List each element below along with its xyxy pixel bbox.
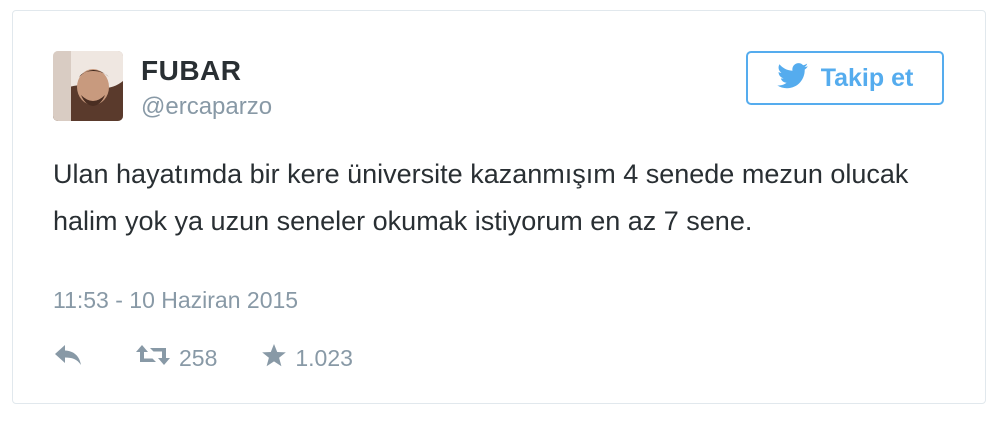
display-name[interactable]: FUBAR: [141, 55, 242, 87]
follow-button-label: Takip et: [820, 63, 914, 92]
reply-button[interactable]: [53, 343, 83, 373]
retweet-icon: [135, 343, 171, 373]
favorite-count: 1.023: [295, 344, 353, 371]
tweet-card: FUBAR @ercaparzo Takip et Ulan hayatımda…: [12, 10, 986, 404]
retweet-button[interactable]: 258: [135, 343, 217, 373]
twitter-bird-icon: [776, 62, 809, 94]
avatar[interactable]: [53, 51, 123, 121]
tweet-timestamp[interactable]: 11:53 - 10 Haziran 2015: [53, 287, 298, 314]
avatar-image: [53, 51, 123, 121]
retweet-count: 258: [179, 344, 218, 371]
favorite-button[interactable]: 1.023: [261, 343, 353, 374]
reply-icon: [53, 343, 83, 373]
user-handle[interactable]: @ercaparzo: [141, 93, 272, 121]
tweet-text: Ulan hayatımda bir kere üniversite kazan…: [53, 159, 909, 236]
star-icon: [261, 343, 287, 374]
tweet-actions: 258 1.023: [53, 341, 353, 375]
follow-button[interactable]: Takip et: [746, 51, 944, 105]
